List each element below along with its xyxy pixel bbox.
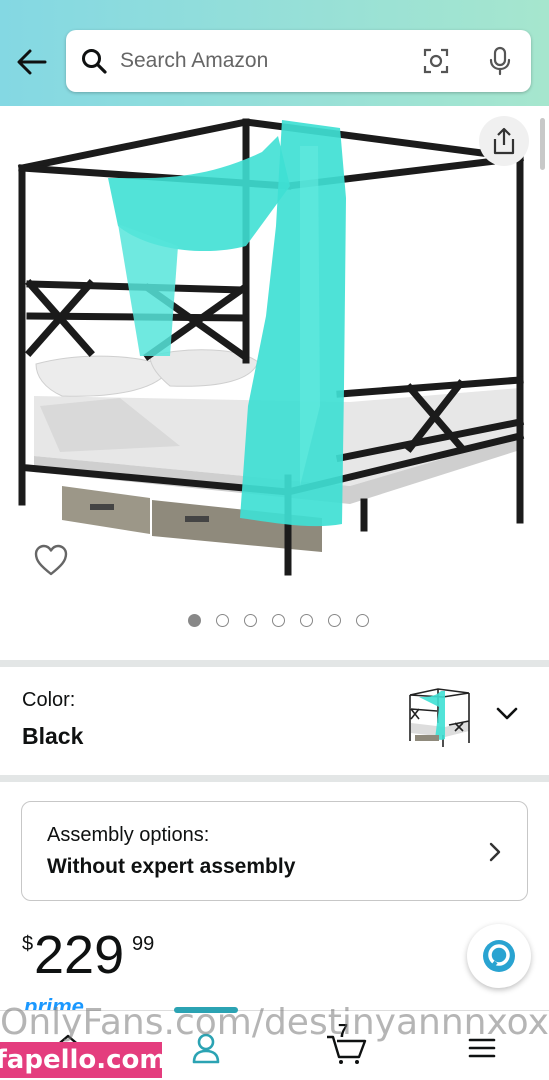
assembly-options-button[interactable]: Assembly options: Without expert assembl… bbox=[21, 801, 528, 901]
carousel-dots bbox=[0, 614, 549, 627]
product-image-carousel[interactable] bbox=[0, 106, 549, 656]
product-image bbox=[17, 118, 525, 576]
camera-lens-icon[interactable] bbox=[421, 46, 451, 76]
share-button[interactable] bbox=[479, 116, 529, 166]
watermark-text: OnlyFans.com/destinyannnxox bbox=[0, 1002, 549, 1043]
color-swatch-thumbnail[interactable] bbox=[405, 687, 475, 749]
color-label: Color: bbox=[22, 689, 76, 711]
carousel-dot[interactable] bbox=[272, 614, 285, 627]
carousel-dot[interactable] bbox=[356, 614, 369, 627]
microphone-icon[interactable] bbox=[485, 46, 515, 76]
scrollbar-thumb[interactable] bbox=[540, 118, 545, 170]
site-badge: fapello.com bbox=[0, 1042, 167, 1078]
search-input[interactable]: Search Amazon bbox=[120, 49, 421, 73]
chevron-right-icon bbox=[483, 840, 507, 864]
wishlist-button[interactable] bbox=[33, 543, 69, 577]
share-icon bbox=[493, 127, 515, 155]
price-currency: $ bbox=[22, 933, 34, 955]
carousel-dot[interactable] bbox=[328, 614, 341, 627]
alexa-icon bbox=[483, 940, 515, 972]
chevron-down-icon[interactable] bbox=[492, 699, 522, 729]
search-icon bbox=[80, 47, 108, 75]
search-bar[interactable]: Search Amazon bbox=[66, 30, 531, 92]
alexa-button[interactable] bbox=[467, 924, 531, 988]
arrow-left-icon bbox=[17, 49, 47, 75]
assembly-value: Without expert assembly bbox=[47, 855, 296, 878]
section-divider bbox=[0, 775, 549, 782]
carousel-dot[interactable] bbox=[188, 614, 201, 627]
section-divider bbox=[0, 660, 549, 667]
price-fraction: 99 bbox=[132, 933, 155, 955]
assembly-label: Assembly options: bbox=[47, 824, 210, 846]
carousel-dot[interactable] bbox=[244, 614, 257, 627]
price-whole: 229 bbox=[34, 925, 125, 985]
carousel-dot[interactable] bbox=[300, 614, 313, 627]
color-selector[interactable]: Color: Black bbox=[0, 667, 549, 775]
back-button[interactable] bbox=[14, 44, 50, 80]
heart-icon bbox=[34, 544, 68, 576]
carousel-dot[interactable] bbox=[216, 614, 229, 627]
header-bar: Search Amazon bbox=[0, 0, 549, 106]
color-value: Black bbox=[22, 723, 84, 749]
